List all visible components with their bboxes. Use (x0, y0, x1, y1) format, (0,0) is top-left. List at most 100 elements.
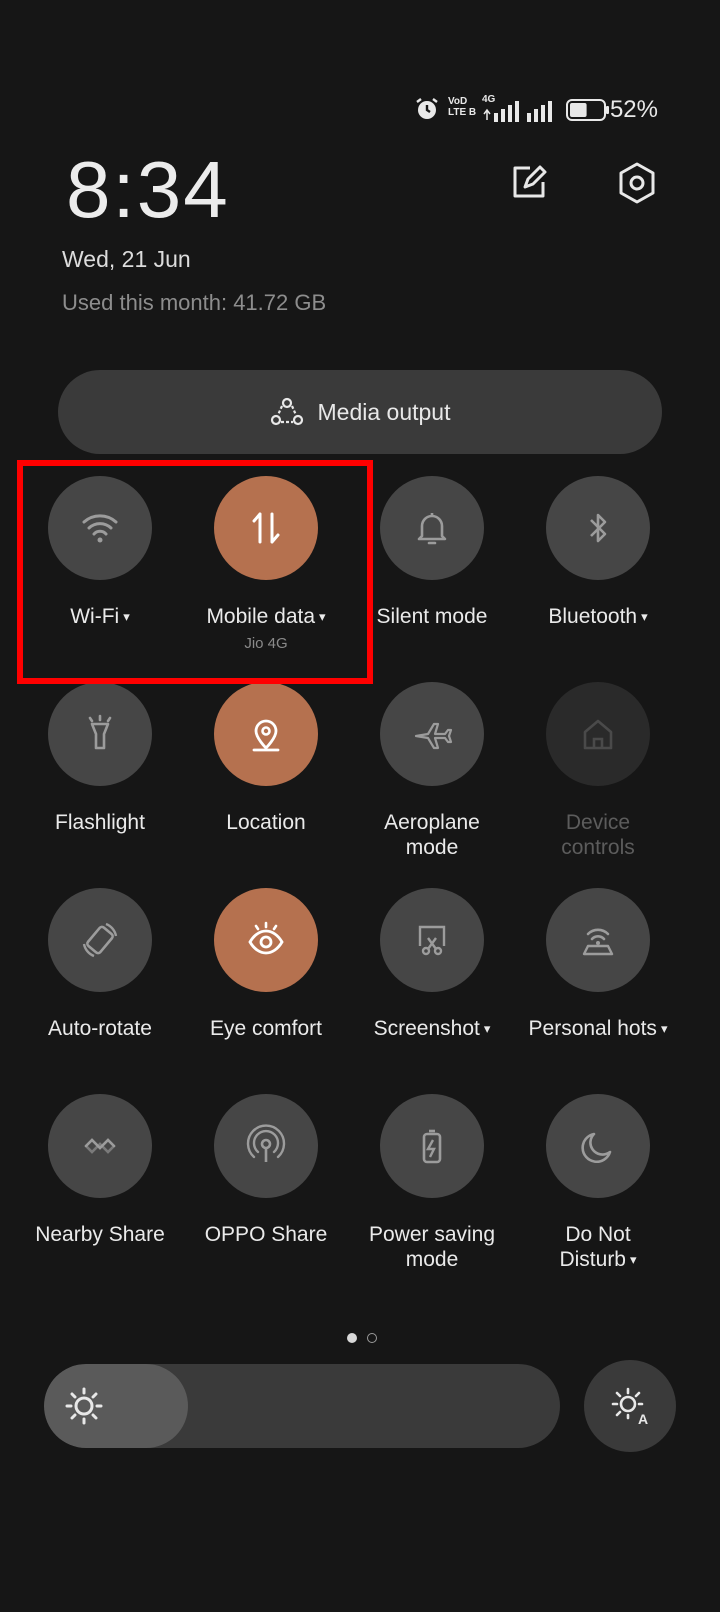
tile-label: Auto-rotate (15, 1016, 185, 1041)
tile-label-text: Aeroplane mode (384, 811, 480, 859)
tile-screenshot[interactable]: Screenshot ▾ (347, 888, 517, 1041)
personal-hots-toggle[interactable] (546, 888, 650, 992)
media-output-label: Media output (317, 398, 451, 425)
data-usage-label[interactable]: Used this month: 41.72 GB (62, 290, 326, 316)
tile-label-text: Screenshot (373, 1017, 480, 1040)
tile-label-text: Eye comfort (209, 1017, 323, 1040)
tile-label-text: Auto-rotate (48, 1017, 152, 1040)
eye-comfort-toggle[interactable] (214, 888, 318, 992)
do-not-disturb-toggle[interactable] (546, 1094, 650, 1198)
tile-label: Device controls (528, 810, 668, 860)
location-icon (252, 719, 280, 752)
settings-icon (619, 162, 655, 204)
tile-label: Location (181, 810, 351, 835)
tile-label-text: Personal hots (528, 1017, 657, 1040)
brightness-icon (65, 1387, 103, 1425)
volte-label: VoD (448, 96, 468, 107)
media-output-icon (270, 397, 303, 426)
tile-label-text: Nearby Share (35, 1223, 165, 1246)
airplane-icon (414, 722, 453, 750)
tile-label: Bluetooth ▾ (513, 604, 683, 629)
lte-label: LTE B (448, 107, 477, 118)
page-indicator (342, 1330, 382, 1348)
brightness-slider[interactable] (44, 1364, 560, 1448)
tile-location[interactable]: Location (181, 682, 351, 835)
status-bar: VoD LTE B 4G 52% (0, 92, 720, 132)
signal-strength-icon (483, 101, 519, 122)
tile-oppo-share[interactable]: OPPO Share (181, 1094, 351, 1247)
tile-label-text: Device controls (561, 811, 635, 859)
clock-time[interactable]: 8:34 (66, 150, 230, 230)
chevron-down-icon[interactable]: ▾ (641, 609, 648, 624)
tile-label: OPPO Share (181, 1222, 351, 1247)
chevron-down-icon[interactable]: ▾ (630, 1252, 637, 1267)
signal-strength-icon-sim2 (527, 101, 552, 122)
device-controls-toggle (546, 682, 650, 786)
tile-device-controls: Device controls (513, 682, 683, 860)
tile-eye-comfort[interactable]: Eye comfort (181, 888, 351, 1041)
svg-text:A: A (638, 1411, 648, 1427)
screenshot-toggle[interactable] (380, 888, 484, 992)
tile-label-text: Silent mode (376, 605, 488, 628)
tile-label: Power saving mode (362, 1222, 502, 1272)
tile-label: Eye comfort (181, 1016, 351, 1041)
oppo-share-icon (246, 1124, 286, 1162)
tile-label-text: Do Not Disturb (559, 1223, 631, 1271)
tile-label-text: Location (226, 811, 306, 834)
tile-label-text: OPPO Share (204, 1223, 328, 1246)
tile-do-not-disturb[interactable]: Do Not Disturb ▾ (513, 1094, 683, 1272)
tile-flashlight[interactable]: Flashlight (15, 682, 185, 835)
eye-icon (248, 921, 284, 955)
nearby-share-toggle[interactable] (48, 1094, 152, 1198)
date-label[interactable]: Wed, 21 Jun (62, 246, 191, 273)
page-dot-active[interactable] (347, 1333, 357, 1343)
tile-auto-rotate[interactable]: Auto-rotate (15, 888, 185, 1041)
tile-label: Personal hots ▾ (513, 1016, 683, 1041)
tile-personal-hots[interactable]: Personal hots ▾ (513, 888, 683, 1041)
settings-button[interactable] (614, 160, 660, 206)
flashlight-toggle[interactable] (48, 682, 152, 786)
tile-label-text: Bluetooth (548, 605, 638, 628)
tile-bluetooth[interactable]: Bluetooth ▾ (513, 476, 683, 629)
oppo-share-toggle[interactable] (214, 1094, 318, 1198)
tile-label: Do Not Disturb ▾ (528, 1222, 668, 1272)
tile-aeroplane-mode[interactable]: Aeroplane mode (347, 682, 517, 860)
tile-nearby-share[interactable]: Nearby Share (15, 1094, 185, 1247)
alarm-icon (416, 98, 438, 119)
screenshot-icon (418, 925, 446, 956)
tile-label: Flashlight (15, 810, 185, 835)
auto-rotate-toggle[interactable] (48, 888, 152, 992)
tile-label-text: Power saving mode (368, 1223, 496, 1271)
volte-indicator: VoD LTE B (448, 96, 476, 118)
home-icon (583, 719, 613, 750)
highlight-box (17, 460, 373, 684)
tile-label: Aeroplane mode (362, 810, 502, 860)
auto-brightness-button[interactable]: A (584, 1360, 676, 1452)
page-dot-inactive[interactable] (367, 1333, 377, 1343)
silent-mode-toggle[interactable] (380, 476, 484, 580)
auto-rotate-icon (82, 922, 118, 958)
battery-saver-icon (422, 1129, 442, 1164)
tile-power-saving-mode[interactable]: Power saving mode (347, 1094, 517, 1272)
aeroplane-mode-toggle[interactable] (380, 682, 484, 786)
media-output-button[interactable]: Media output (58, 370, 662, 454)
battery-icon (566, 99, 609, 121)
bell-icon (417, 513, 447, 545)
nearby-share-icon (84, 1138, 116, 1154)
moon-icon (581, 1132, 612, 1164)
bluetooth-toggle[interactable] (546, 476, 650, 580)
tile-label: Nearby Share (15, 1222, 185, 1247)
edit-icon (513, 165, 547, 198)
edit-tiles-button[interactable] (506, 160, 552, 206)
location-toggle[interactable] (214, 682, 318, 786)
tile-label: Screenshot ▾ (347, 1016, 517, 1041)
bluetooth-icon (590, 513, 607, 543)
power-saving-mode-toggle[interactable] (380, 1094, 484, 1198)
battery-percentage: 52% (609, 96, 658, 123)
auto-brightness-icon: A (611, 1387, 648, 1427)
chevron-down-icon[interactable]: ▾ (661, 1021, 668, 1036)
tile-label-text: Flashlight (55, 811, 145, 834)
chevron-down-icon[interactable]: ▾ (484, 1021, 491, 1036)
hotspot-icon (582, 928, 614, 956)
flashlight-icon (88, 714, 112, 750)
